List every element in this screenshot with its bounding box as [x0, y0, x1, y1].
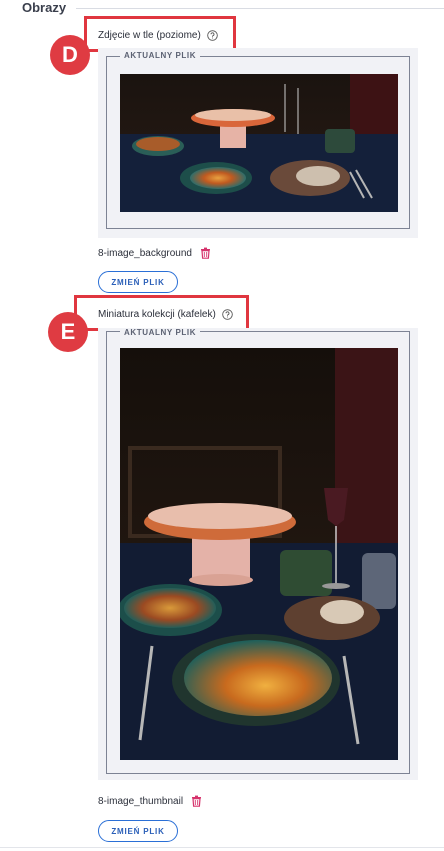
change-file-button-background[interactable]: ZMIEŃ PLIK — [98, 271, 178, 293]
file-name: 8-image_background — [98, 247, 192, 259]
section-divider — [76, 8, 444, 9]
marker-e: E — [48, 312, 88, 352]
marker-d: D — [50, 35, 90, 75]
field-label-background: Zdjęcie w tle (poziome) — [98, 30, 218, 41]
field-label-text: Zdjęcie w tle (poziome) — [98, 30, 201, 41]
preview-frame-thumbnail: AKTUALNY PLIK — [98, 328, 418, 780]
preview-frame-background: AKTUALNY PLIK — [98, 48, 418, 238]
file-name: 8-image_thumbnail — [98, 795, 184, 807]
bottom-divider — [0, 847, 444, 848]
question-circle-icon[interactable] — [207, 30, 218, 41]
file-row-thumbnail: 8-image_thumbnail — [98, 795, 202, 807]
background-image-preview — [120, 74, 398, 212]
field-label-text: Miniatura kolekcji (kafelek) — [98, 309, 216, 320]
current-file-legend: AKTUALNY PLIK — [120, 51, 201, 60]
question-circle-icon[interactable] — [222, 309, 233, 320]
file-row-background: 8-image_background — [98, 247, 211, 259]
change-file-button-thumbnail[interactable]: ZMIEŃ PLIK — [98, 820, 178, 842]
trash-icon[interactable] — [191, 795, 202, 807]
section-title: Obrazy — [22, 0, 67, 15]
trash-icon[interactable] — [200, 247, 211, 259]
field-label-thumbnail: Miniatura kolekcji (kafelek) — [98, 309, 233, 320]
thumbnail-image-preview — [120, 348, 398, 760]
current-file-legend: AKTUALNY PLIK — [120, 328, 201, 337]
